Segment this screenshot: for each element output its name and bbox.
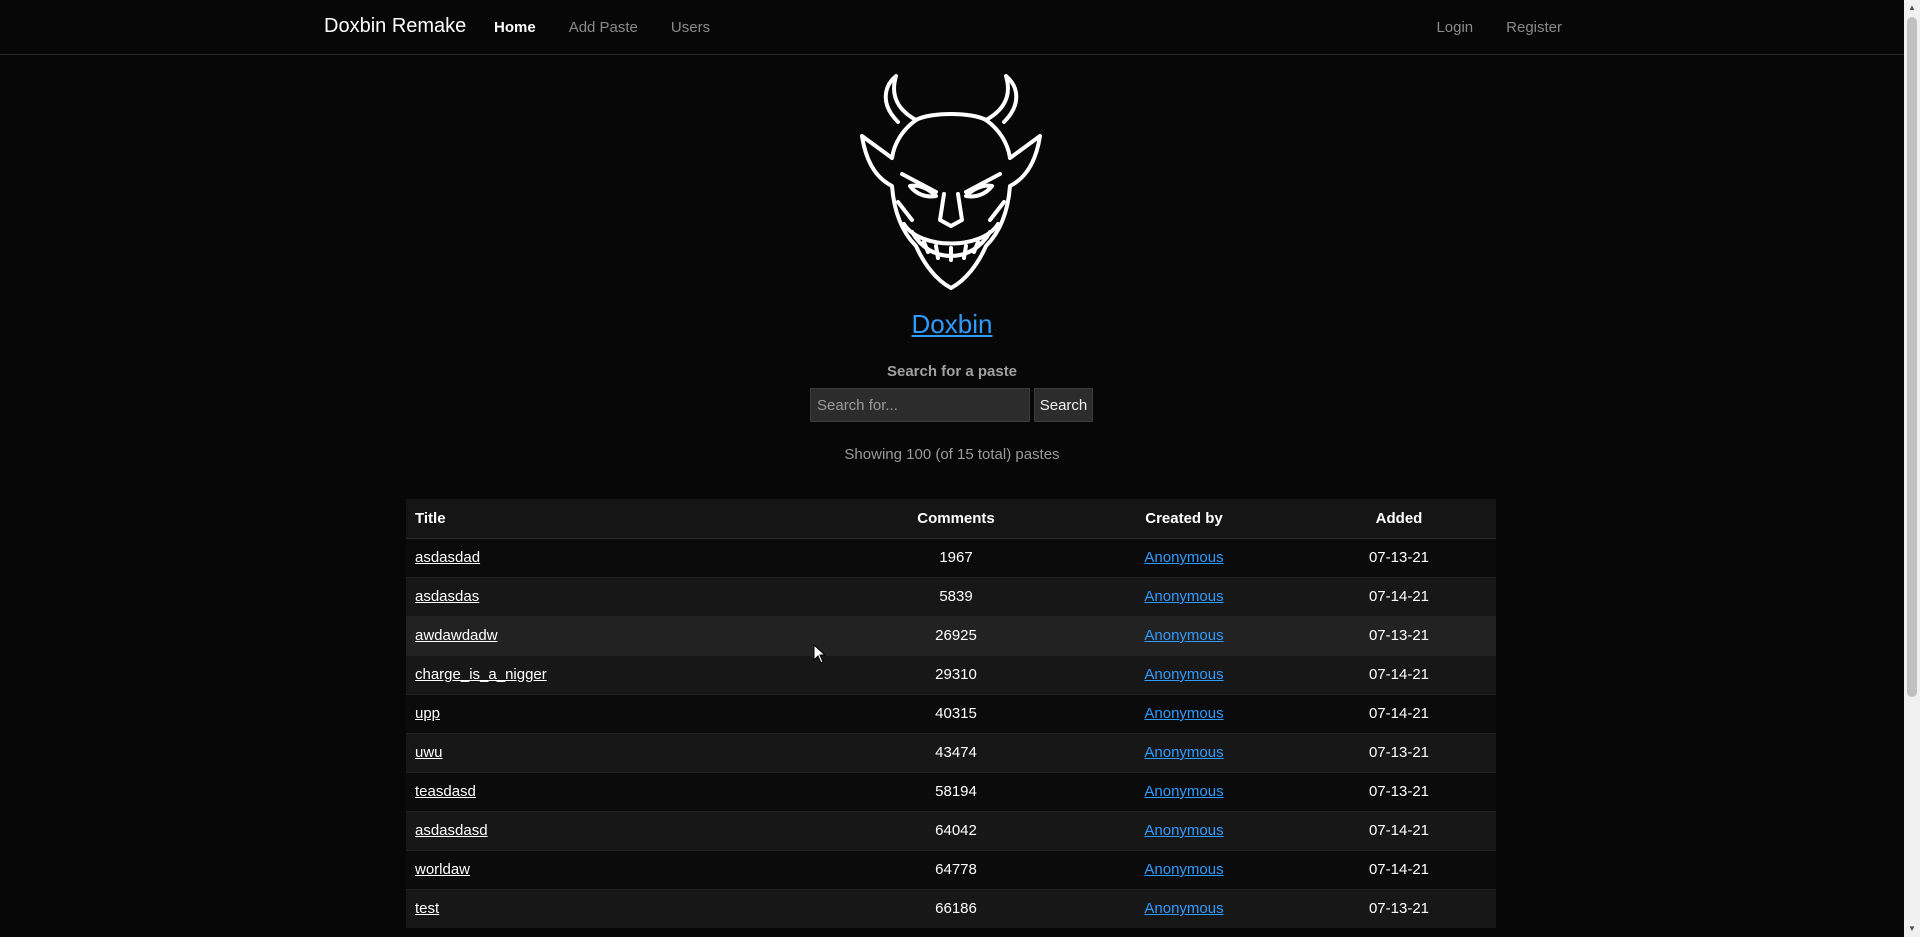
paste-author-link[interactable]: Anonymous (1144, 822, 1223, 839)
paste-added-date: 07-13-21 (1302, 888, 1496, 928)
search-form: Search (810, 388, 1093, 422)
table-row: upp 40315 Anonymous 07-14-21 (406, 693, 1496, 733)
paste-comments: 26925 (846, 615, 1066, 655)
paste-author-link[interactable]: Anonymous (1144, 900, 1223, 917)
table-header-row: Title Comments Created by Added (406, 499, 1496, 539)
nav-left-links: Home Add Paste Users (494, 19, 743, 36)
paste-comments: 40315 (846, 693, 1066, 733)
brand-link[interactable]: Doxbin Remake (324, 15, 466, 38)
paste-title-link[interactable]: upp (415, 705, 440, 722)
pastes-table: Title Comments Created by Added asdasdad… (406, 499, 1496, 928)
paste-added-date: 07-13-21 (1302, 732, 1496, 772)
paste-added-date: 07-14-21 (1302, 693, 1496, 733)
header-comments: Comments (846, 499, 1066, 539)
paste-comments: 5839 (846, 576, 1066, 616)
table-row: asdasdasd 64042 Anonymous 07-14-21 (406, 810, 1496, 850)
nav-add-paste-link[interactable]: Add Paste (569, 19, 638, 36)
scroll-down-arrow-icon[interactable]: ▼ (1904, 921, 1920, 937)
paste-title-link[interactable]: asdasdasd (415, 822, 488, 839)
paste-comments: 64042 (846, 810, 1066, 850)
table-row: teasdasd 58194 Anonymous 07-13-21 (406, 771, 1496, 811)
paste-author-link[interactable]: Anonymous (1144, 783, 1223, 800)
showing-count-text: Showing 100 (of 15 total) pastes (844, 446, 1060, 463)
paste-added-date: 07-14-21 (1302, 654, 1496, 694)
nav-register-link[interactable]: Register (1506, 19, 1562, 36)
page-scrollbar[interactable]: ▲ ▼ (1904, 0, 1920, 937)
paste-comments: 64778 (846, 849, 1066, 889)
table-row: asdasdas 5839 Anonymous 07-14-21 (406, 576, 1496, 616)
paste-title-link[interactable]: asdasdas (415, 588, 479, 605)
demon-face-icon (860, 74, 1042, 290)
table-row: worldaw 64778 Anonymous 07-14-21 (406, 849, 1496, 889)
nav-right-links: Login Register (1403, 19, 1562, 36)
paste-title-link[interactable]: asdasdad (415, 549, 480, 566)
table-row: awdawdadw 26925 Anonymous 07-13-21 (406, 615, 1496, 655)
paste-author-link[interactable]: Anonymous (1144, 627, 1223, 644)
paste-author-link[interactable]: Anonymous (1144, 588, 1223, 605)
table-row: charge_is_a_nigger 29310 Anonymous 07-14… (406, 654, 1496, 694)
scrollbar-thumb[interactable] (1907, 17, 1917, 697)
paste-author-link[interactable]: Anonymous (1144, 549, 1223, 566)
header-added: Added (1302, 499, 1496, 539)
paste-added-date: 07-14-21 (1302, 576, 1496, 616)
paste-title-link[interactable]: teasdasd (415, 783, 476, 800)
table-row: test 66186 Anonymous 07-13-21 (406, 888, 1496, 928)
paste-added-date: 07-14-21 (1302, 810, 1496, 850)
mouse-pointer-icon (813, 644, 826, 664)
nav-home-link[interactable]: Home (494, 19, 536, 36)
paste-author-link[interactable]: Anonymous (1144, 861, 1223, 878)
paste-title-link[interactable]: awdawdadw (415, 627, 498, 644)
paste-comments: 43474 (846, 732, 1066, 772)
paste-author-link[interactable]: Anonymous (1144, 744, 1223, 761)
table-row: uwu 43474 Anonymous 07-13-21 (406, 732, 1496, 772)
paste-title-link[interactable]: uwu (415, 744, 443, 761)
paste-comments: 66186 (846, 888, 1066, 928)
header-created-by: Created by (1066, 499, 1302, 539)
search-input[interactable] (810, 388, 1030, 422)
paste-comments: 1967 (846, 537, 1066, 577)
top-navbar: Doxbin Remake Home Add Paste Users Login… (0, 0, 1904, 55)
nav-users-link[interactable]: Users (671, 19, 710, 36)
header-title: Title (406, 499, 846, 539)
paste-title-link[interactable]: worldaw (415, 861, 470, 878)
search-label: Search for a paste (886, 363, 1018, 380)
site-title: Doxbin (0, 309, 1904, 340)
paste-added-date: 07-13-21 (1302, 615, 1496, 655)
site-title-link[interactable]: Doxbin (912, 309, 993, 339)
scroll-up-arrow-icon[interactable]: ▲ (1904, 0, 1920, 16)
paste-title-link[interactable]: charge_is_a_nigger (415, 666, 547, 683)
paste-author-link[interactable]: Anonymous (1144, 666, 1223, 683)
paste-added-date: 07-13-21 (1302, 771, 1496, 811)
search-button[interactable]: Search (1034, 388, 1093, 422)
table-row: asdasdad 1967 Anonymous 07-13-21 (406, 537, 1496, 577)
paste-added-date: 07-14-21 (1302, 849, 1496, 889)
paste-author-link[interactable]: Anonymous (1144, 705, 1223, 722)
paste-added-date: 07-13-21 (1302, 537, 1496, 577)
paste-title-link[interactable]: test (415, 900, 439, 917)
nav-login-link[interactable]: Login (1436, 19, 1473, 36)
paste-comments: 58194 (846, 771, 1066, 811)
paste-comments: 29310 (846, 654, 1066, 694)
